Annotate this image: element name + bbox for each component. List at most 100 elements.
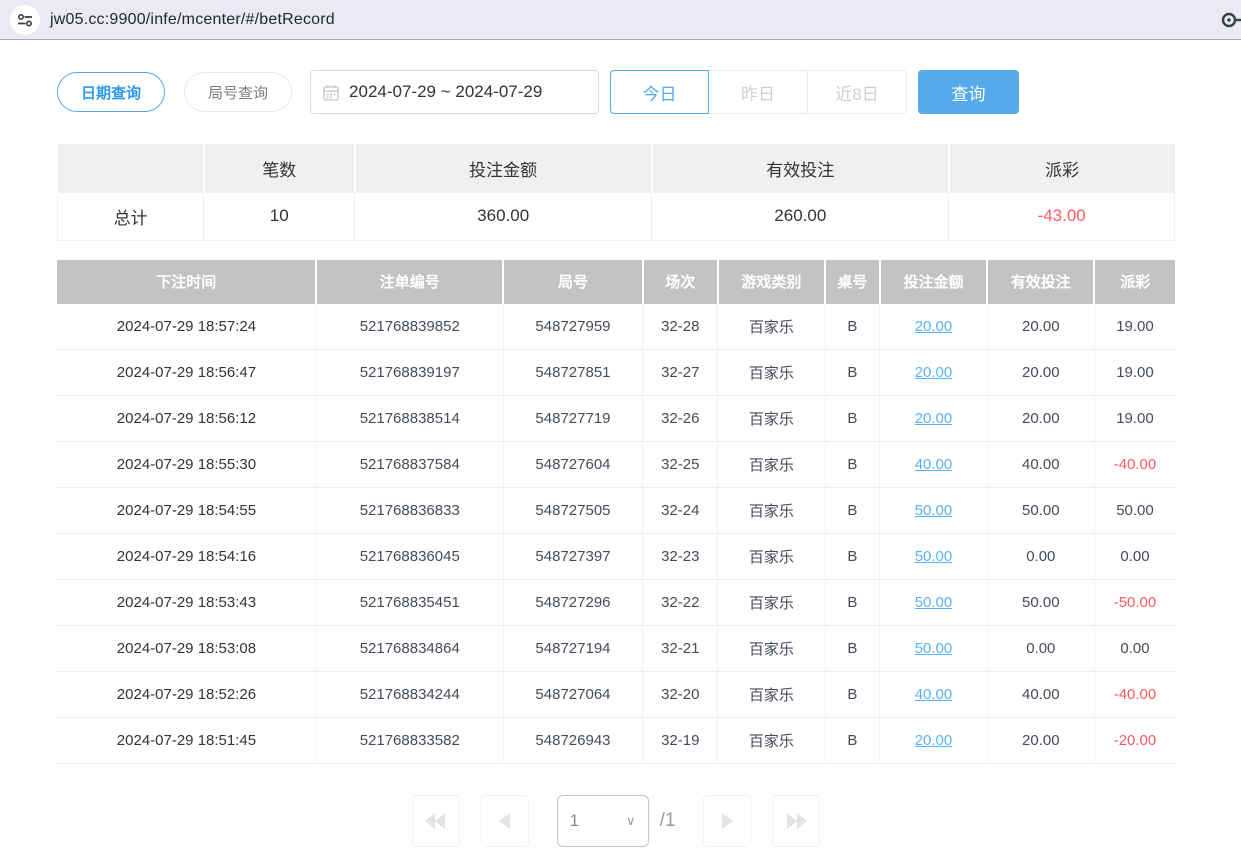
table-cell: 548727851 xyxy=(503,350,643,396)
table-cell: 0.00 xyxy=(987,626,1094,672)
table-cell: 百家乐 xyxy=(718,488,825,534)
table-cell: 32-19 xyxy=(643,718,718,764)
table-cell: 百家乐 xyxy=(718,350,825,396)
cell-bet-amount: 20.00 xyxy=(880,718,987,764)
table-cell: 2024-07-29 18:52:26 xyxy=(57,672,316,718)
table-row: 2024-07-29 18:53:08521768834864548727194… xyxy=(57,626,1175,672)
right-arrow-icon xyxy=(721,813,733,829)
table-cell: 548727194 xyxy=(503,626,643,672)
site-settings-icon[interactable] xyxy=(10,5,40,35)
table-cell: 548726943 xyxy=(503,718,643,764)
first-page-button[interactable] xyxy=(412,795,460,847)
pagination: 1 ∨ /1 xyxy=(57,795,1175,847)
yesterday-button[interactable]: 昨日 xyxy=(709,70,808,114)
column-header: 投注金额 xyxy=(880,260,987,304)
table-cell: 548727604 xyxy=(503,442,643,488)
bet-amount-link[interactable]: 50.00 xyxy=(915,594,953,611)
date-range-input[interactable]: 2024-07-29 ~ 2024-07-29 xyxy=(310,70,599,114)
cell-bet-amount: 40.00 xyxy=(880,672,987,718)
table-cell: 32-21 xyxy=(643,626,718,672)
table-cell: 521768837584 xyxy=(316,442,503,488)
table-cell: B xyxy=(825,718,880,764)
last8days-label: 近8日 xyxy=(835,80,878,105)
round-query-tab[interactable]: 局号查询 xyxy=(184,72,292,112)
page-select[interactable]: 1 ∨ xyxy=(557,795,649,847)
quick-date-group: 今日 昨日 近8日 xyxy=(610,70,907,114)
bet-amount-link[interactable]: 20.00 xyxy=(915,318,953,335)
table-cell: -20.00 xyxy=(1094,718,1175,764)
last8days-button[interactable]: 近8日 xyxy=(808,70,907,114)
today-button[interactable]: 今日 xyxy=(610,70,709,114)
double-left-arrow-icon xyxy=(425,813,447,829)
table-cell: 521768836045 xyxy=(316,534,503,580)
table-cell: 20.00 xyxy=(987,304,1094,350)
current-page: 1 xyxy=(570,811,579,831)
bet-amount-link[interactable]: 50.00 xyxy=(915,548,953,565)
table-cell: 521768839197 xyxy=(316,350,503,396)
table-cell: 521768834244 xyxy=(316,672,503,718)
summary-bet-amount-value: 360.00 xyxy=(355,193,652,240)
table-cell: 2024-07-29 18:55:30 xyxy=(57,442,316,488)
table-cell: B xyxy=(825,580,880,626)
table-cell: 40.00 xyxy=(987,442,1094,488)
date-range-value: 2024-07-29 ~ 2024-07-29 xyxy=(349,82,542,102)
cell-bet-amount: 50.00 xyxy=(880,534,987,580)
table-row: 2024-07-29 18:56:47521768839197548727851… xyxy=(57,350,1175,396)
table-cell: 50.00 xyxy=(1094,488,1175,534)
column-header: 游戏类别 xyxy=(718,260,825,304)
table-cell: 0.00 xyxy=(1094,626,1175,672)
yesterday-label: 昨日 xyxy=(741,80,775,105)
summary-valid-bet-value: 260.00 xyxy=(652,193,949,240)
column-header: 派彩 xyxy=(1094,260,1175,304)
table-row: 2024-07-29 18:55:30521768837584548727604… xyxy=(57,442,1175,488)
bet-amount-link[interactable]: 20.00 xyxy=(915,732,953,749)
bet-amount-link[interactable]: 50.00 xyxy=(915,502,953,519)
summary-payout-value: -43.00 xyxy=(949,193,1175,240)
table-cell: 50.00 xyxy=(987,580,1094,626)
cell-bet-amount: 50.00 xyxy=(880,580,987,626)
prev-page-button[interactable] xyxy=(481,795,529,847)
date-query-tab[interactable]: 日期查询 xyxy=(57,72,165,112)
chevron-down-icon: ∨ xyxy=(626,813,636,829)
summary-total-label: 总计 xyxy=(58,193,204,240)
bet-amount-link[interactable]: 40.00 xyxy=(915,456,953,473)
table-cell: 548727505 xyxy=(503,488,643,534)
summary-header-count: 笔数 xyxy=(204,144,355,193)
cell-bet-amount: 20.00 xyxy=(880,304,987,350)
table-cell: 548727296 xyxy=(503,580,643,626)
cell-bet-amount: 40.00 xyxy=(880,442,987,488)
next-page-button[interactable] xyxy=(703,795,751,847)
table-cell: 2024-07-29 18:56:47 xyxy=(57,350,316,396)
last-page-button[interactable] xyxy=(772,795,820,847)
filter-toolbar: 日期查询 局号查询 2024-07-29 ~ 2024-07-29 xyxy=(57,70,1175,114)
column-header: 下注时间 xyxy=(57,260,316,304)
table-cell: 548727959 xyxy=(503,304,643,350)
table-cell: 32-24 xyxy=(643,488,718,534)
table-cell: -40.00 xyxy=(1094,442,1175,488)
bet-amount-link[interactable]: 20.00 xyxy=(915,364,953,381)
table-cell: 521768833582 xyxy=(316,718,503,764)
key-icon[interactable] xyxy=(1220,9,1241,36)
search-button[interactable]: 查询 xyxy=(918,70,1019,114)
table-cell: 521768836833 xyxy=(316,488,503,534)
table-cell: 0.00 xyxy=(987,534,1094,580)
table-cell: 百家乐 xyxy=(718,304,825,350)
bet-amount-link[interactable]: 40.00 xyxy=(915,686,953,703)
table-cell: 2024-07-29 18:51:45 xyxy=(57,718,316,764)
table-cell: B xyxy=(825,396,880,442)
left-arrow-icon xyxy=(499,813,511,829)
column-header: 桌号 xyxy=(825,260,880,304)
column-header: 有效投注 xyxy=(987,260,1094,304)
bet-amount-link[interactable]: 50.00 xyxy=(915,640,953,657)
table-cell: 百家乐 xyxy=(718,626,825,672)
table-cell: 32-27 xyxy=(643,350,718,396)
double-right-arrow-icon xyxy=(785,813,807,829)
table-cell: 19.00 xyxy=(1094,350,1175,396)
table-cell: 2024-07-29 18:54:55 xyxy=(57,488,316,534)
bet-amount-link[interactable]: 20.00 xyxy=(915,410,953,427)
url-text[interactable]: jw05.cc:9900/infe/mcenter/#/betRecord xyxy=(50,11,335,29)
table-cell: B xyxy=(825,672,880,718)
cell-bet-amount: 20.00 xyxy=(880,396,987,442)
table-cell: 521768838514 xyxy=(316,396,503,442)
table-cell: 2024-07-29 18:57:24 xyxy=(57,304,316,350)
